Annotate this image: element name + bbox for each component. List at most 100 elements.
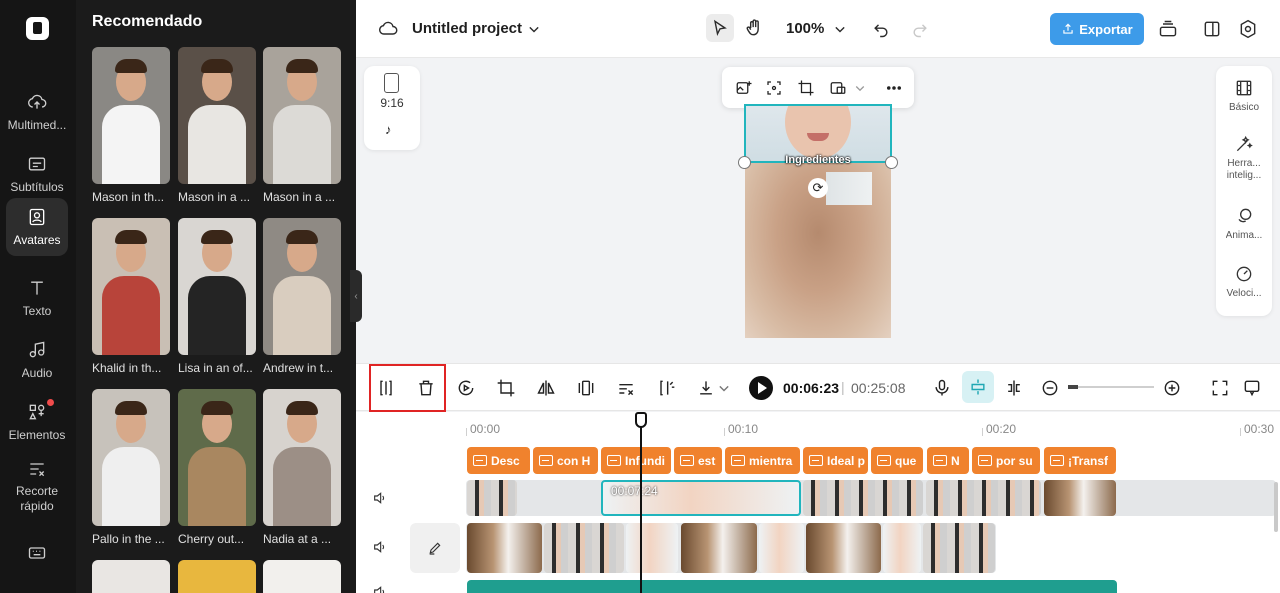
crop-icon[interactable] [494, 376, 518, 400]
timeline-scrollbar[interactable] [1274, 482, 1278, 532]
video-clip[interactable] [923, 523, 995, 573]
playhead-handle[interactable] [635, 412, 647, 428]
sidebar-item-avatars[interactable]: Avatares [6, 198, 68, 256]
caption-clip[interactable]: que [871, 447, 923, 474]
video-clip[interactable] [626, 523, 678, 573]
caption-clip[interactable]: por su [972, 447, 1040, 474]
hand-pan-icon[interactable] [740, 14, 768, 42]
avatar-card[interactable]: Andrew in t... [263, 218, 341, 375]
zoom-out-icon[interactable] [1038, 376, 1062, 400]
fullscreen-icon[interactable] [1208, 376, 1232, 400]
chevron-down-icon[interactable] [712, 376, 736, 400]
export-button[interactable]: Exportar [1050, 13, 1144, 45]
avatar-card[interactable]: Mason in th... [92, 47, 170, 204]
sidebar-item-media[interactable]: Multimed... [6, 83, 68, 141]
replace-media-icon[interactable] [732, 76, 756, 100]
sidebar-item-elements[interactable]: Elementos [6, 393, 68, 451]
overlay-thumbnail[interactable] [826, 172, 872, 205]
ruler-tick [1240, 428, 1241, 436]
prop-smart-tools[interactable]: Herra... intelig... [1216, 134, 1272, 182]
undo-icon[interactable] [867, 15, 895, 43]
keyboard-shortcuts-button[interactable] [6, 533, 68, 573]
video-clip[interactable] [544, 523, 624, 573]
rotate-icon[interactable]: ⟳ [808, 178, 828, 198]
edit-track-button[interactable] [410, 523, 460, 573]
prop-basic[interactable]: Básico [1216, 78, 1272, 114]
aspect-ratio-selector[interactable]: 9:16 ♪ [364, 66, 420, 150]
avatar-card[interactable]: Khalid in th... [92, 218, 170, 375]
highlight-annotation-box [369, 364, 446, 412]
sidebar-item-subtitles[interactable]: Subtítulos [6, 145, 68, 203]
cloud-save-icon[interactable] [374, 15, 402, 43]
zoom-level[interactable]: 100% [786, 20, 824, 37]
avatar-card[interactable]: Pallo in the ... [92, 389, 170, 546]
caption-clip[interactable]: con H [533, 447, 598, 474]
resize-handle-left[interactable] [738, 156, 751, 169]
avatar-card[interactable]: Mason in a ... [178, 47, 256, 204]
zoom-in-icon[interactable] [1160, 376, 1184, 400]
panel-collapse-handle[interactable]: ‹ [350, 270, 362, 322]
split-layout-icon[interactable] [1198, 15, 1226, 43]
video-clip[interactable] [759, 523, 804, 573]
chevron-down-icon[interactable] [520, 15, 548, 43]
avatar-card[interactable]: Nadia at a ... [263, 389, 341, 546]
sidebar-item-text[interactable]: Texto [6, 269, 68, 327]
video-clip[interactable] [926, 480, 1041, 516]
speaker-icon[interactable] [372, 584, 390, 593]
timeline-zoom-slider[interactable] [1068, 385, 1154, 389]
audio-clip[interactable] [467, 580, 1117, 593]
playhead[interactable] [640, 412, 642, 593]
video-clip[interactable] [1044, 480, 1116, 516]
caption-clip[interactable]: est [674, 447, 722, 474]
video-clip[interactable] [467, 523, 542, 573]
magnet-snap-icon[interactable] [962, 371, 994, 403]
video-clip[interactable] [803, 480, 923, 516]
focus-frame-icon[interactable] [762, 76, 786, 100]
crop-icon[interactable] [794, 76, 818, 100]
avatar-thumbnail-partial[interactable] [92, 560, 170, 593]
capcut-logo[interactable] [26, 17, 49, 40]
play-button[interactable] [749, 376, 773, 400]
caption-clip[interactable]: Ideal p [803, 447, 868, 474]
caption-clip[interactable]: mientra [725, 447, 800, 474]
mirror-flip-icon[interactable] [534, 376, 558, 400]
video-clip-selected[interactable]: 00:07:24 [601, 480, 801, 516]
split-scene-icon[interactable] [1002, 376, 1026, 400]
video-clip[interactable] [883, 523, 921, 573]
more-options-icon[interactable] [882, 76, 906, 100]
video-clip[interactable] [806, 523, 881, 573]
zoom-chevron-down-icon[interactable] [826, 15, 854, 43]
avatar-thumbnail-partial[interactable] [178, 560, 256, 593]
caption-clip[interactable]: Desc [467, 447, 530, 474]
feedback-icon[interactable] [1240, 376, 1264, 400]
prop-animation[interactable]: Anima... [1216, 206, 1272, 242]
avatar-card[interactable]: Mason in a ... [263, 47, 341, 204]
background-icon[interactable] [826, 76, 850, 100]
avatar-card[interactable]: Cherry out... [178, 389, 256, 546]
avatar-thumbnail-partial[interactable] [263, 560, 341, 593]
chevron-down-icon[interactable] [848, 76, 872, 100]
caption-clip[interactable]: Infundi [601, 447, 671, 474]
prop-speed[interactable]: Veloci... [1216, 264, 1272, 300]
video-clip[interactable] [681, 523, 757, 573]
resize-handle-right[interactable] [885, 156, 898, 169]
freeze-frame-icon[interactable] [454, 376, 478, 400]
remove-background-icon[interactable] [614, 376, 638, 400]
avatar-card[interactable]: Lisa in an of... [178, 218, 256, 375]
layers-icon[interactable] [1154, 15, 1182, 43]
auto-cut-icon[interactable] [654, 376, 678, 400]
video-clip[interactable] [467, 480, 517, 516]
speaker-icon[interactable] [372, 539, 390, 557]
select-pointer-icon[interactable] [706, 14, 734, 42]
speaker-icon[interactable] [372, 490, 390, 508]
caption-clip[interactable]: ¡Transf [1044, 447, 1116, 474]
reverse-icon[interactable] [574, 376, 598, 400]
redo-icon[interactable] [906, 15, 934, 43]
microphone-icon[interactable] [930, 376, 954, 400]
caption-clip[interactable]: N [927, 447, 969, 474]
project-title[interactable]: Untitled project [412, 20, 522, 37]
overlay-caption-text[interactable]: Ingredientes [760, 154, 876, 166]
sidebar-item-audio[interactable]: Audio [6, 331, 68, 389]
settings-gear-icon[interactable] [1234, 15, 1262, 43]
sidebar-item-quick-cut[interactable]: Recorte rápido [6, 455, 68, 517]
